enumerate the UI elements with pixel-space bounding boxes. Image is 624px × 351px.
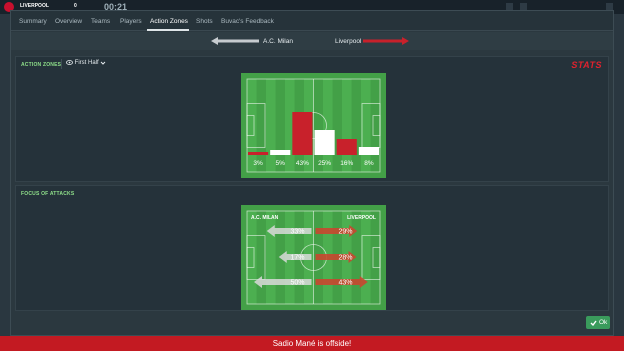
- home-attack-value: 17%: [290, 255, 304, 262]
- notification-text: Sadio Mané is offside!: [272, 339, 352, 348]
- pitch-stripe: [342, 79, 352, 172]
- tab-summary[interactable]: Summary: [19, 18, 47, 25]
- match-stats-dialog: Summary Overview Teams Players Action Zo…: [10, 10, 614, 336]
- focus-of-attacks-title: FOCUS OF ATTACKS: [21, 191, 75, 197]
- away-side-label: LIVERPOOL: [347, 215, 376, 221]
- square-icon[interactable]: [506, 3, 513, 10]
- check-icon: [590, 320, 597, 326]
- pitch-stripe: [247, 211, 257, 304]
- pitch-stripe: [361, 79, 371, 172]
- active-tab-indicator: [147, 29, 189, 31]
- notification-banner: Sadio Mané is offside!: [0, 336, 624, 351]
- period-selector[interactable]: First Half: [66, 60, 106, 66]
- action-zones-chart: 3% 5% 43% 25% 16% 8%: [241, 73, 386, 178]
- tab-feedback[interactable]: Buvac's Feedback: [221, 18, 274, 25]
- background-left-panel: [0, 14, 10, 336]
- zone-value-label: 5%: [276, 160, 286, 167]
- pitch-stripe: [266, 211, 276, 304]
- away-direction-arrow-icon: [363, 37, 409, 45]
- action-zones-panel: ACTION ZONES First Half STATS 3% 5% 43% 25%…: [15, 56, 609, 182]
- pitch-stripe: [266, 79, 276, 172]
- tab-players[interactable]: Players: [120, 18, 142, 25]
- divider: [61, 59, 62, 69]
- eye-icon: [66, 60, 73, 65]
- tab-overview[interactable]: Overview: [55, 18, 82, 25]
- stats-logo: STATS: [571, 60, 602, 70]
- home-direction-arrow-icon: [211, 37, 259, 45]
- home-team-name: A.C. Milan: [263, 38, 293, 45]
- pitch-stripe: [323, 79, 333, 172]
- home-attack-value: 50%: [290, 280, 304, 287]
- background-score: 0: [74, 3, 77, 9]
- zone-bar: [336, 139, 357, 155]
- tab-bar: Summary Overview Teams Players Action Zo…: [11, 11, 613, 31]
- away-team-name: Liverpool: [335, 38, 362, 45]
- away-attack-value: 43%: [338, 280, 352, 287]
- zone-bar: [358, 147, 379, 155]
- zone-bar: [314, 130, 335, 155]
- tab-teams[interactable]: Teams: [91, 18, 110, 25]
- match-header: A.C. Milan Liverpool: [11, 32, 613, 50]
- background-team-name: LIVERPOOL: [20, 3, 49, 9]
- zone-value-label: 3%: [253, 160, 263, 167]
- away-attack-value: 29%: [338, 229, 352, 236]
- pitch-stripe: [247, 79, 257, 172]
- zone-value-label: 16%: [340, 160, 353, 167]
- zone-bar: [270, 150, 291, 155]
- action-zones-title: ACTION ZONES: [21, 62, 62, 68]
- square-icon[interactable]: [520, 3, 527, 10]
- period-selector-label: First Half: [74, 60, 99, 67]
- zone-bar: [292, 112, 313, 155]
- pitch-stripe: [361, 211, 371, 304]
- zone-value-label: 25%: [318, 160, 331, 167]
- zone-bar: [248, 152, 269, 155]
- home-side-label: A.C. MILAN: [251, 215, 279, 221]
- focus-of-attacks-chart: A.C. MILAN LIVERPOOL 33% 29% 17% 28% 50% 43%: [241, 205, 386, 310]
- tab-shots[interactable]: Shots: [196, 18, 213, 25]
- away-attack-value: 28%: [338, 255, 352, 262]
- home-attack-value: 33%: [290, 229, 304, 236]
- zone-value-label: 43%: [296, 160, 309, 167]
- square-icon[interactable]: [606, 3, 613, 10]
- chevron-down-icon: [100, 61, 106, 65]
- tab-action-zones[interactable]: Action Zones: [150, 18, 188, 25]
- focus-of-attacks-panel: FOCUS OF ATTACKS A.C. MILAN LIVERPOOL 33% 2…: [15, 185, 609, 311]
- zone-value-label: 8%: [364, 160, 374, 167]
- ok-button-label: Ok: [599, 319, 608, 326]
- ok-button[interactable]: Ok: [586, 316, 610, 329]
- background-right-panel: [614, 14, 624, 336]
